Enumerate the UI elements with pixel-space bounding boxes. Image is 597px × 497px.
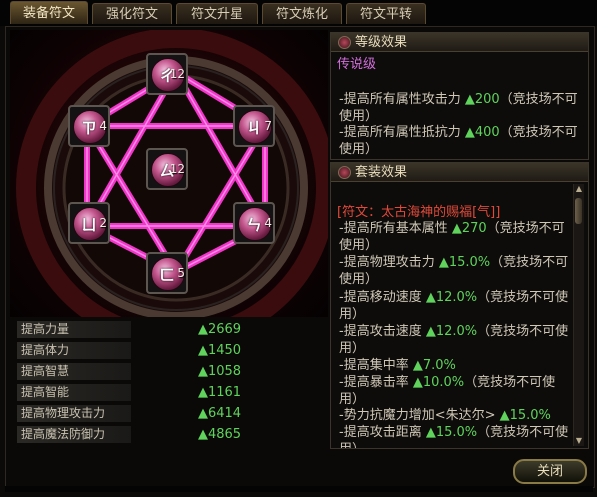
rune-slot-top[interactable]: ㄔ 12 <box>146 53 188 95</box>
rune-count: 12 <box>169 67 185 81</box>
stat-label: 提高智能 <box>17 384 131 401</box>
rune-slot-bottom[interactable]: ㄈ 5 <box>146 252 188 294</box>
tab-bar: 装备符文 强化符文 符文升星 符文炼化 符文平转 <box>0 0 597 26</box>
rune-array-panel: ㄔ 12 ㄗ 4 ㄐ 7 ㄙ 12 ㄩ 2 ㄣ 4 ㄈ 5 <box>10 30 328 317</box>
stat-label: 提高物理攻击力 <box>17 405 131 422</box>
scroll-down-arrow-icon[interactable]: ▼ <box>574 436 584 446</box>
effect-text: -势力抗魔力增加<朱达尔> <box>339 408 500 423</box>
set-effect-panel: 套装效果 [符文：太古海神的赐福[气]] -提高所有基本属性 ▲270（竞技场不… <box>330 162 589 449</box>
effect-text: -提高移动速度 <box>339 290 426 305</box>
tab-enhance-rune[interactable]: 强化符文 <box>92 3 172 24</box>
bottom-border <box>5 486 593 492</box>
stat-label: 提高智慧 <box>17 363 131 380</box>
stat-value: ▲6414 <box>198 406 242 421</box>
set-effect-line: -提高移动速度 ▲12.0%（竞技场不可使用） <box>339 289 571 323</box>
tab-equip-rune[interactable]: 装备符文 <box>10 1 88 24</box>
set-effect-line: -提高攻击速度 ▲12.0%（竞技场不可使用） <box>339 323 571 357</box>
effect-text: -提高所有属性抵抗力 <box>339 125 465 140</box>
effect-value: ▲15.0% <box>438 255 491 270</box>
set-effect-line: -提高集中率 ▲7.0% <box>339 357 571 374</box>
level-effect-line: -提高所有属性抵抗力 ▲400（竞技场不可使用） <box>339 124 579 158</box>
orb-icon <box>338 166 351 179</box>
effect-value: ▲7.0% <box>412 358 456 373</box>
rune-count: 7 <box>264 119 272 133</box>
set-effect-scrollbar[interactable]: ▲ ▼ <box>573 184 584 446</box>
effect-text: -提高物理攻击力 <box>339 255 439 270</box>
stat-row: 提高魔法防御力 ▲4865 <box>14 425 326 445</box>
rune-count: 4 <box>99 119 107 133</box>
rune-slot-lower-right[interactable]: ㄣ 4 <box>233 202 275 244</box>
effect-text: -提高集中率 <box>339 358 413 373</box>
tab-rune-transfer[interactable]: 符文平转 <box>346 3 426 24</box>
effect-value: ▲270 <box>451 221 487 236</box>
effect-value: ▲200 <box>464 92 500 107</box>
effect-text: -提高所有基本属性 <box>339 221 452 236</box>
tab-rune-refine[interactable]: 符文炼化 <box>262 3 342 24</box>
rune-slot-center[interactable]: ㄙ 12 <box>146 148 188 190</box>
stat-value: ▲4865 <box>198 427 242 442</box>
set-effect-line: -提高攻击距离 ▲15.0%（竞技场不可使用） <box>339 424 571 448</box>
stat-row: 提高物理攻击力 ▲6414 <box>14 404 326 424</box>
rune-count: 12 <box>169 162 185 176</box>
stat-value: ▲2669 <box>198 322 242 337</box>
set-effect-title: 套装效果 <box>355 165 408 180</box>
stat-row: 提高体力 ▲1450 <box>14 341 326 361</box>
set-effect-line: -势力抗魔力增加<朱达尔> ▲15.0% <box>339 407 579 424</box>
effect-text: -提高所有属性攻击力 <box>339 92 465 107</box>
effect-value: ▲10.0% <box>412 375 465 390</box>
effect-value: ▲12.0% <box>425 324 478 339</box>
stat-value: ▲1161 <box>198 385 242 400</box>
stat-value: ▲1058 <box>198 364 242 379</box>
rune-slot-upper-right[interactable]: ㄐ 7 <box>233 105 275 147</box>
orb-icon <box>338 36 351 49</box>
stat-value: ▲1450 <box>198 343 242 358</box>
effect-value: ▲12.0% <box>425 290 478 305</box>
effect-value: ▲15.0% <box>425 425 478 440</box>
stat-label: 提高魔法防御力 <box>17 426 131 443</box>
tab-rune-star-up[interactable]: 符文升星 <box>176 3 258 24</box>
scroll-thumb[interactable] <box>575 198 582 224</box>
level-effect-title: 等级效果 <box>355 35 408 50</box>
level-effect-panel: 等级效果 传说级 -提高所有属性攻击力 ▲200（竞技场不可使用） -提高所有属… <box>330 32 589 160</box>
effect-value: ▲400 <box>464 125 500 140</box>
stat-row: 提高智慧 ▲1058 <box>14 362 326 382</box>
effect-text: -提高暴击率 <box>339 375 413 390</box>
scroll-up-arrow-icon[interactable]: ▲ <box>574 184 584 194</box>
tier-label: 传说级 <box>337 57 377 72</box>
rune-count: 2 <box>99 216 107 230</box>
close-button[interactable]: 关闭 <box>513 459 587 484</box>
set-effect-line: -提高暴击率 ▲10.0%（竞技场不可使用） <box>339 374 571 408</box>
stat-label: 提高力量 <box>17 321 131 338</box>
effect-value: ▲15.0% <box>499 408 551 423</box>
stat-row: 提高力量 ▲2669 <box>14 320 326 340</box>
effect-text: -提高攻击速度 <box>339 324 426 339</box>
set-effect-header: 套装效果 <box>331 163 588 182</box>
set-effect-line: -提高物理攻击力 ▲15.0%（竞技场不可使用） <box>339 254 571 288</box>
set-name: [符文：太古海神的赐福[气]] <box>337 205 501 220</box>
stat-list: 提高力量 ▲2669 提高体力 ▲1450 提高智慧 ▲1058 提高智能 ▲1… <box>14 320 326 446</box>
level-effect-line: -提高所有属性攻击力 ▲200（竞技场不可使用） <box>339 91 579 125</box>
set-effect-line: -提高所有基本属性 ▲270（竞技场不可使用） <box>339 220 571 254</box>
effect-text: -提高攻击距离 <box>339 425 426 440</box>
level-effect-header: 等级效果 <box>331 33 588 52</box>
stat-row: 提高智能 ▲1161 <box>14 383 326 403</box>
rune-count: 5 <box>177 266 185 280</box>
rune-slot-upper-left[interactable]: ㄗ 4 <box>68 105 110 147</box>
rune-count: 4 <box>264 216 272 230</box>
rune-slot-lower-left[interactable]: ㄩ 2 <box>68 202 110 244</box>
stat-label: 提高体力 <box>17 342 131 359</box>
